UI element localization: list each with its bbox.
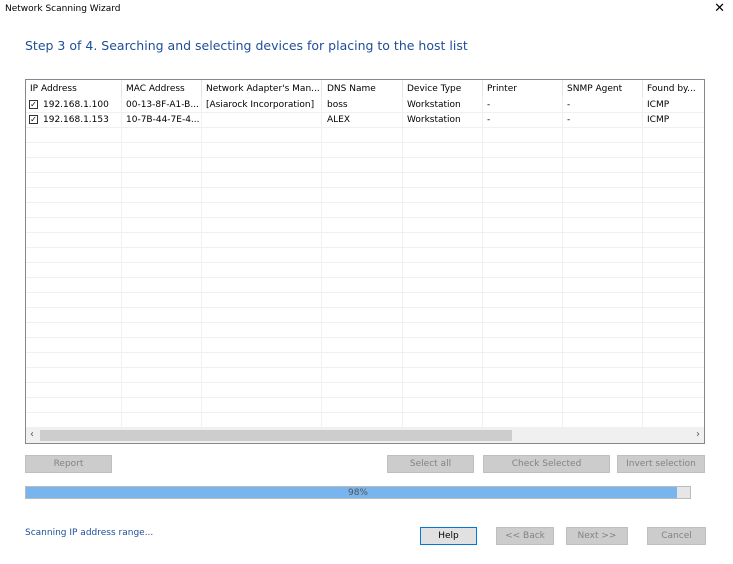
cell-ip: 192.168.1.153 [43,115,109,125]
column-header-found-by[interactable]: Found by... [647,84,703,94]
report-button[interactable]: Report [25,455,112,473]
list-header: IP Address MAC Address Network Adapter's… [26,80,704,97]
row-gridline [26,322,704,323]
column-header-manufacturer[interactable]: Network Adapter's Man... [206,84,322,94]
row-gridline [26,142,704,143]
row-gridline [26,292,704,293]
column-header-printer[interactable]: Printer [487,84,563,94]
next-button[interactable]: Next >> [566,527,628,545]
row-gridline [26,232,704,233]
column-divider[interactable] [201,80,202,97]
row-gridline [26,277,704,278]
column-header-ip[interactable]: IP Address [30,84,122,94]
cell-device-type: Workstation [407,115,461,125]
horizontal-scrollbar[interactable]: ‹ › [26,428,704,443]
status-text: Scanning IP address range... [25,528,154,538]
cell-found-by: ICMP [647,100,670,110]
row-gridline [26,352,704,353]
row-gridline [26,262,704,263]
title-bar: Network Scanning Wizard ✕ [0,0,733,20]
scrollbar-thumb[interactable] [40,430,512,441]
device-list[interactable]: IP Address MAC Address Network Adapter's… [25,79,705,444]
progress-label: 98% [347,488,368,498]
column-divider[interactable] [121,80,122,97]
row-gridline [26,202,704,203]
column-divider[interactable] [321,80,322,97]
help-button[interactable]: Help [420,527,477,545]
row-gridline [26,412,704,413]
cell-found-by: ICMP [647,115,670,125]
window-title: Network Scanning Wizard [5,4,121,14]
cell-snmp: - [567,100,571,110]
cancel-button[interactable]: Cancel [647,527,706,545]
invert-selection-button[interactable]: Invert selection [617,455,705,473]
cell-dns: boss [327,100,348,110]
back-button[interactable]: << Back [496,527,554,545]
table-row[interactable]: ✓ 192.168.1.153 10-7B-44-7E-4... ALEX Wo… [26,113,704,128]
checkbox-checked-icon[interactable]: ✓ [29,115,38,124]
row-gridline [26,367,704,368]
select-all-button[interactable]: Select all [387,455,474,473]
column-header-dns[interactable]: DNS Name [327,84,403,94]
cell-printer: - [487,100,491,110]
row-gridline [26,337,704,338]
column-header-mac[interactable]: MAC Address [126,84,202,94]
row-gridline [26,382,704,383]
row-gridline [26,187,704,188]
row-gridline [26,307,704,308]
column-header-device-type[interactable]: Device Type [407,84,483,94]
row-gridline [26,172,704,173]
cell-dns: ALEX [327,115,351,125]
row-gridline [26,217,704,218]
cell-device-type: Workstation [407,100,461,110]
cell-ip: 192.168.1.100 [43,100,109,110]
cell-snmp: - [567,115,571,125]
column-divider[interactable] [562,80,563,97]
check-selected-button[interactable]: Check Selected [483,455,610,473]
row-gridline [26,397,704,398]
row-gridline [26,247,704,248]
table-row[interactable]: ✓ 192.168.1.100 00-13-8F-A1-B... [Asiaro… [26,98,704,113]
checkbox-checked-icon[interactable]: ✓ [29,100,38,109]
close-icon[interactable]: ✕ [714,2,725,16]
cell-manufacturer: [Asiarock Incorporation] [206,100,315,110]
scroll-left-icon[interactable]: ‹ [30,429,34,440]
cell-mac: 10-7B-44-7E-4... [126,115,200,125]
column-divider[interactable] [642,80,643,97]
scroll-right-icon[interactable]: › [696,429,700,440]
column-divider[interactable] [482,80,483,97]
row-gridline [26,157,704,158]
column-header-snmp[interactable]: SNMP Agent [567,84,643,94]
scan-progress-bar: 98% [25,486,691,499]
cell-printer: - [487,115,491,125]
step-heading: Step 3 of 4. Searching and selecting dev… [25,38,468,53]
cell-mac: 00-13-8F-A1-B... [126,100,199,110]
column-divider[interactable] [402,80,403,97]
